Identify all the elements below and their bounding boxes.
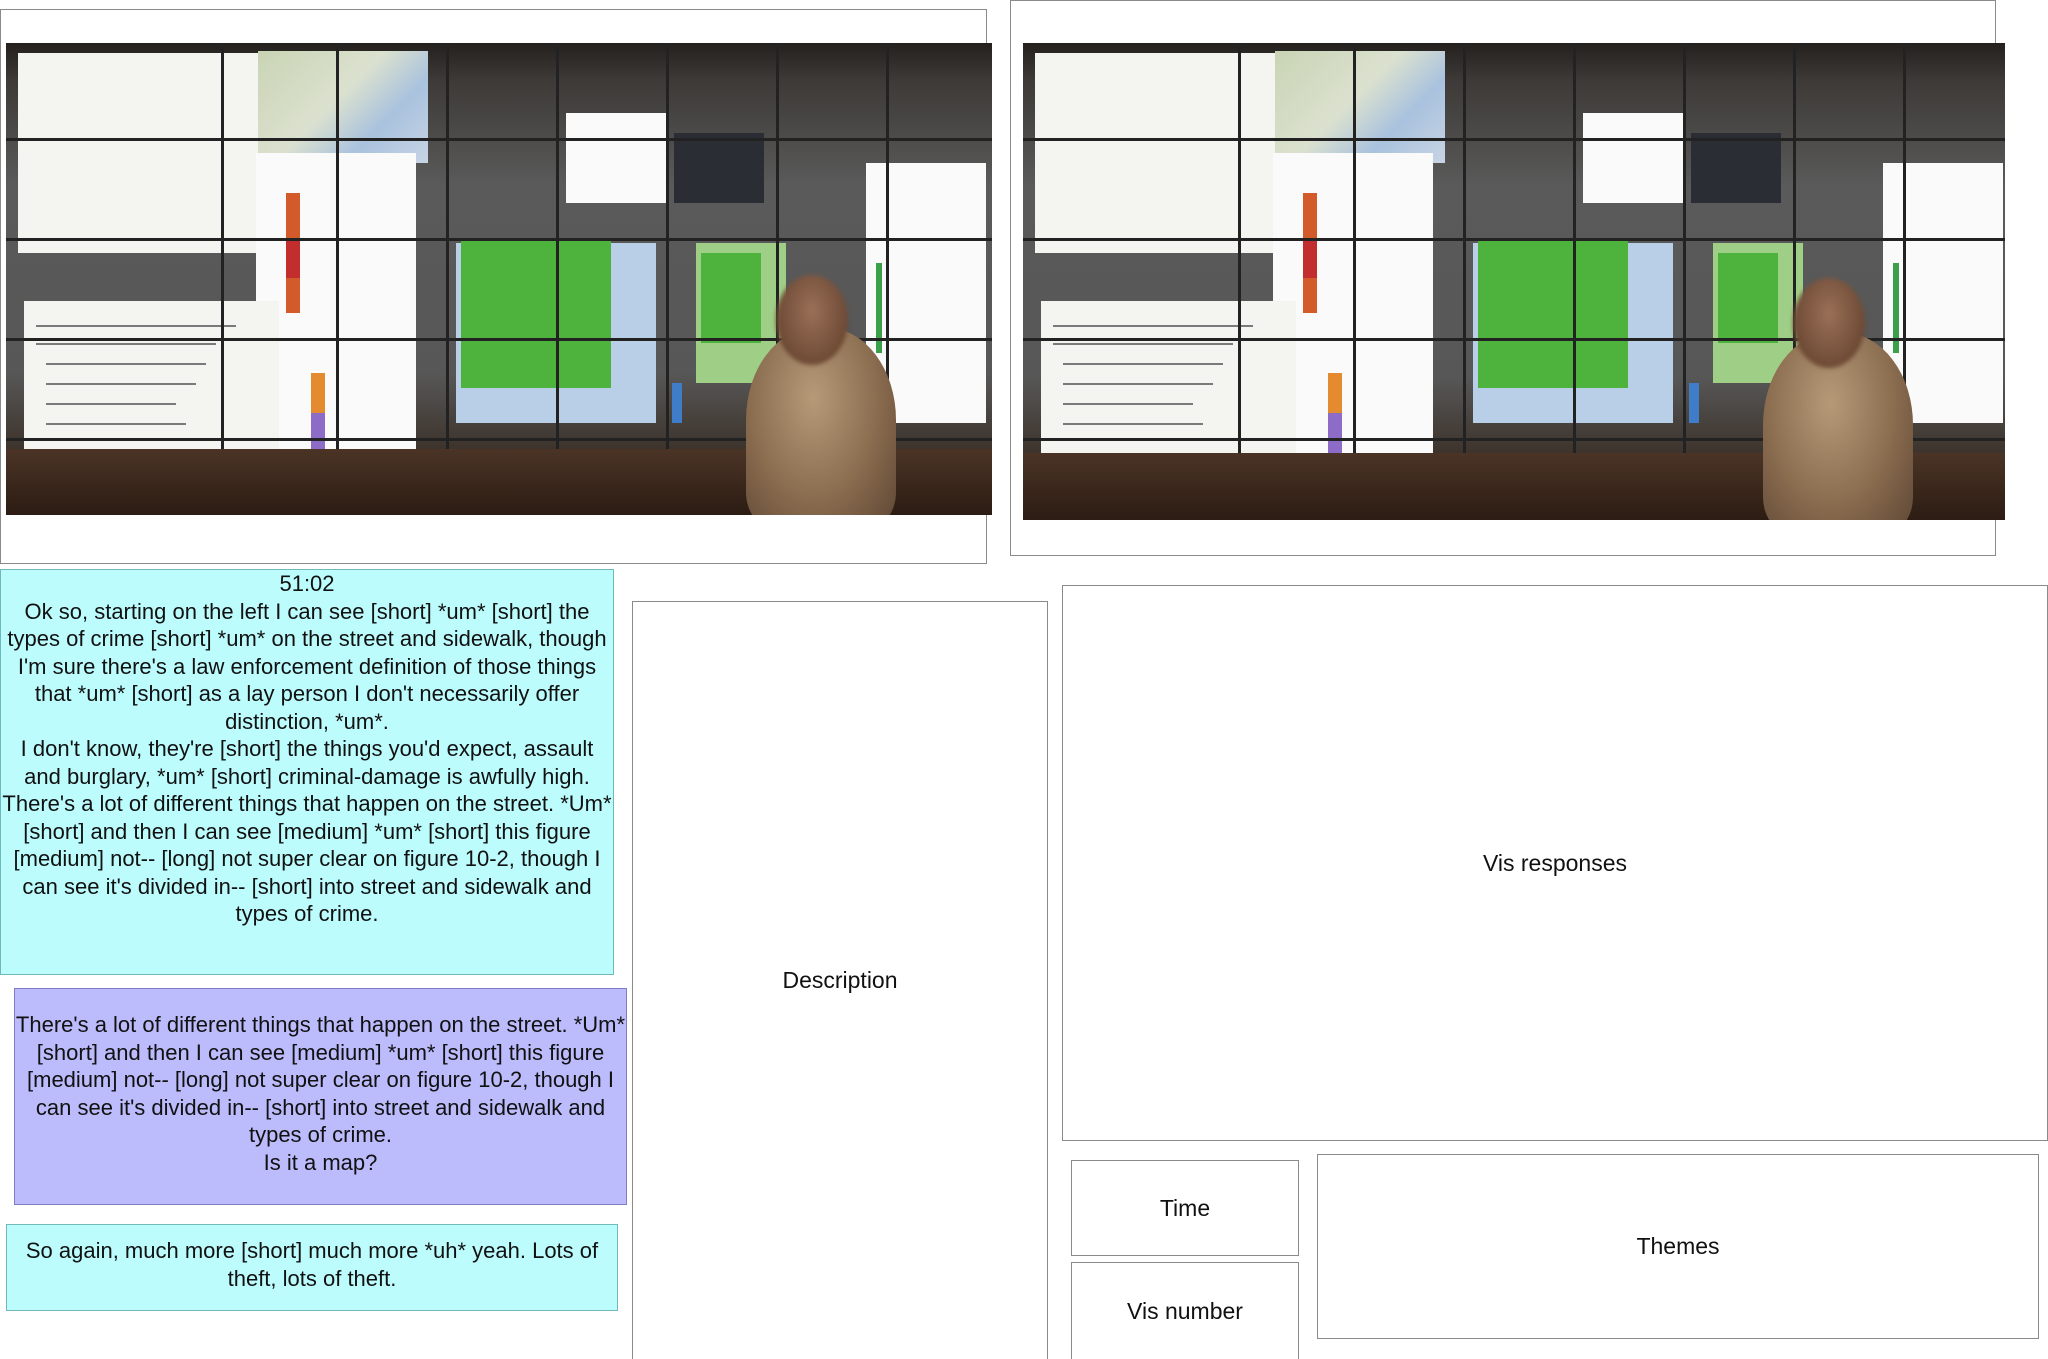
themes-box[interactable]: Themes <box>1317 1154 2039 1339</box>
transcript-main[interactable]: 51:02 Ok so, starting on the left I can … <box>0 569 614 975</box>
transcript-selected-question: Is it a map? <box>263 1149 378 1175</box>
transcript-next-paragraph: So again, much more [short] much more *u… <box>25 1238 599 1291</box>
video-still-right <box>1023 43 2005 520</box>
vis-responses-label: Vis responses <box>1482 849 1628 876</box>
vis-responses-box[interactable]: Vis responses <box>1062 585 2048 1141</box>
transcript-main-paragraph: I don't know, they're [short] the things… <box>20 736 594 789</box>
description-box[interactable]: Description <box>632 601 1048 1359</box>
video-still-left <box>6 43 992 515</box>
transcript-main-paragraph: There's a lot of different things that h… <box>2 791 612 926</box>
video-frame-left <box>0 9 992 564</box>
timestamp: 51:02 <box>279 571 335 596</box>
video-frame-right <box>1010 0 2005 556</box>
transcript-next[interactable]: So again, much more [short] much more *u… <box>6 1224 618 1311</box>
transcript-selected-paragraph: There's a lot of different things that h… <box>15 1012 626 1147</box>
transcript-main-paragraph: Ok so, starting on the left I can see [s… <box>7 598 607 734</box>
vis-number-label: Vis number <box>1127 1297 1243 1324</box>
time-label: Time <box>1159 1194 1211 1221</box>
themes-label: Themes <box>1636 1233 1720 1259</box>
vis-number-box[interactable]: Vis number <box>1071 1262 1299 1359</box>
time-box[interactable]: Time <box>1071 1160 1299 1256</box>
transcript-selected[interactable]: There's a lot of different things that h… <box>14 988 627 1205</box>
description-label: Description <box>782 967 898 993</box>
